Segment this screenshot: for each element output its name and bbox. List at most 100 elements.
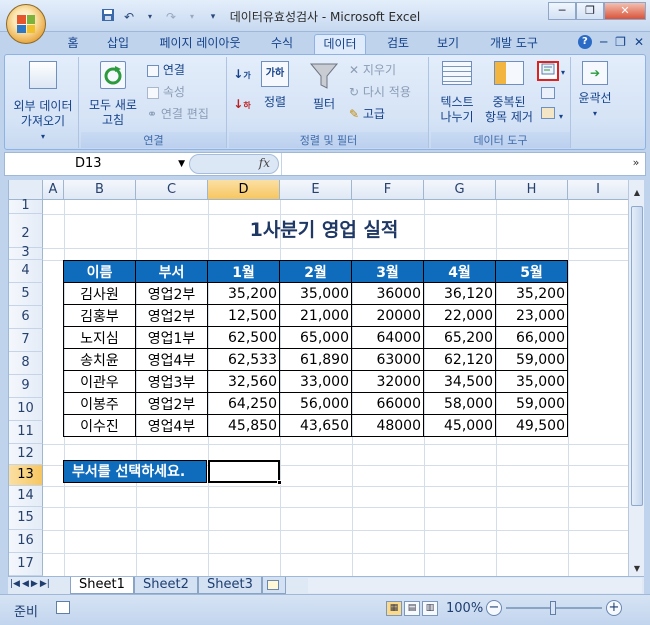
formula-input[interactable] <box>281 153 627 175</box>
next-sheet-icon[interactable]: ▶ <box>31 579 38 589</box>
cell-department[interactable]: 영업3부 <box>135 370 208 393</box>
get-external-data-button[interactable]: 외부 데이터 가져오기 ▾ <box>11 61 75 144</box>
sheet-tab-sheet3[interactable]: Sheet3 <box>198 577 262 594</box>
zoom-in-icon[interactable]: + <box>606 600 622 616</box>
column-header-b[interactable]: B <box>64 180 136 200</box>
row-header-9[interactable]: 9 <box>9 375 43 398</box>
cell-department[interactable]: 영업4부 <box>135 348 208 371</box>
insert-function-icon[interactable]: fx <box>259 156 270 170</box>
tab-data[interactable]: 데이터 <box>314 34 366 54</box>
cell-value[interactable]: 32,560 <box>207 370 280 393</box>
first-sheet-icon[interactable]: |◀ <box>10 579 20 589</box>
normal-view-icon[interactable]: ▦ <box>386 601 402 616</box>
vertical-scroll-thumb[interactable] <box>631 206 643 506</box>
column-header-h[interactable]: H <box>496 180 568 200</box>
row-header-7[interactable]: 7 <box>9 329 43 352</box>
row-header-11[interactable]: 11 <box>9 421 43 444</box>
select-all-corner[interactable] <box>9 180 43 200</box>
data-validation-dropdown-icon[interactable]: ▾ <box>561 65 565 80</box>
tab-page-layout[interactable]: 페이지 레이아웃 <box>150 34 250 54</box>
last-sheet-icon[interactable]: ▶| <box>40 579 50 589</box>
edit-links-button[interactable]: ⚭ 연결 편집 <box>147 107 209 122</box>
cell-value[interactable]: 35,200 <box>207 282 280 305</box>
cell-value[interactable]: 36000 <box>351 282 424 305</box>
office-button[interactable] <box>6 4 46 44</box>
column-header-a[interactable]: A <box>43 180 64 200</box>
worksheet-grid[interactable]: A B C D E F G H I 1 2 3 4 5 6 7 8 9 10 1… <box>8 180 628 576</box>
tab-view[interactable]: 보기 <box>430 34 466 54</box>
refresh-all-button[interactable]: 모두 새로 고침 <box>85 61 141 128</box>
row-header-6[interactable]: 6 <box>9 306 43 329</box>
page-layout-view-icon[interactable]: ▤ <box>404 601 420 616</box>
sheet-tab-sheet1[interactable]: Sheet1 <box>70 577 134 594</box>
cell-value[interactable]: 66000 <box>351 392 424 415</box>
header-department[interactable]: 부서 <box>135 260 208 283</box>
cell-value[interactable]: 58,000 <box>423 392 496 415</box>
cell-department[interactable]: 영업4부 <box>135 414 208 437</box>
scroll-up-icon[interactable]: ▲ <box>630 186 644 200</box>
cell-name[interactable]: 노지심 <box>63 326 136 349</box>
cell-value[interactable]: 23,000 <box>495 304 568 327</box>
tab-review[interactable]: 검토 <box>380 34 416 54</box>
header-mar[interactable]: 3월 <box>351 260 424 283</box>
scroll-down-icon[interactable]: ▼ <box>630 562 644 576</box>
what-if-dropdown-icon[interactable]: ▾ <box>559 109 563 124</box>
ribbon-close-icon[interactable]: ✕ <box>634 35 644 49</box>
restore-icon[interactable]: ❐ <box>576 2 604 20</box>
row-header-2[interactable]: 2 <box>9 214 43 248</box>
minimize-icon[interactable]: ─ <box>548 2 576 20</box>
help-icon[interactable]: ? <box>577 35 592 49</box>
cell-value[interactable]: 61,890 <box>279 348 352 371</box>
horizontal-scrollbar[interactable] <box>308 578 642 593</box>
select-department-prompt[interactable]: 부서를 선택하세요. <box>63 460 207 483</box>
row-header-1[interactable]: 1 <box>9 199 43 214</box>
cell-department[interactable]: 영업1부 <box>135 326 208 349</box>
cell-value[interactable]: 64,250 <box>207 392 280 415</box>
tab-home[interactable]: 홈 <box>60 34 86 54</box>
row-header-16[interactable]: 16 <box>9 530 43 553</box>
header-jan[interactable]: 1월 <box>207 260 280 283</box>
cell-value[interactable]: 62,500 <box>207 326 280 349</box>
cell-name[interactable]: 송치윤 <box>63 348 136 371</box>
cell-value[interactable]: 33,000 <box>279 370 352 393</box>
properties-button[interactable]: 속성 <box>147 85 185 100</box>
header-feb[interactable]: 2월 <box>279 260 352 283</box>
cell-value[interactable]: 62,120 <box>423 348 496 371</box>
cell-value[interactable]: 45,850 <box>207 414 280 437</box>
cell-value[interactable]: 35,000 <box>279 282 352 305</box>
cell-value[interactable]: 59,000 <box>495 392 568 415</box>
outline-button[interactable]: ➔ 윤곽선 ▾ <box>575 61 615 121</box>
cell-value[interactable]: 63000 <box>351 348 424 371</box>
row-header-4[interactable]: 4 <box>9 260 43 283</box>
data-validation-icon[interactable] <box>537 61 559 81</box>
what-if-analysis-icon[interactable] <box>539 107 557 123</box>
name-box[interactable]: D13 ▼ <box>9 155 187 173</box>
zoom-slider-thumb[interactable] <box>550 601 556 615</box>
row-header-3[interactable]: 3 <box>9 246 43 260</box>
cell-value[interactable]: 65,200 <box>423 326 496 349</box>
filter-button[interactable]: 필터 <box>305 61 343 112</box>
row-header-12[interactable]: 12 <box>9 444 43 465</box>
vertical-scrollbar[interactable]: ▲ ▼ <box>628 180 644 576</box>
reapply-button[interactable]: ↻ 다시 적용 <box>349 85 411 100</box>
cell-department[interactable]: 영업2부 <box>135 392 208 415</box>
clear-button[interactable]: ✕ 지우기 <box>349 63 396 78</box>
active-cell-d13[interactable] <box>208 460 282 485</box>
insert-sheet-icon[interactable] <box>262 577 286 594</box>
cell-value[interactable]: 48000 <box>351 414 424 437</box>
column-header-d[interactable]: D <box>208 180 280 200</box>
column-header-e[interactable]: E <box>280 180 352 200</box>
cell-name[interactable]: 이관우 <box>63 370 136 393</box>
sort-ascending-icon[interactable]: ↓가 <box>233 67 251 83</box>
zoom-out-icon[interactable]: − <box>486 600 502 616</box>
cell-value[interactable]: 21,000 <box>279 304 352 327</box>
cell-name[interactable]: 이수진 <box>63 414 136 437</box>
ribbon-restore-icon[interactable]: ❐ <box>615 35 626 49</box>
advanced-button[interactable]: ✎ 고급 <box>349 107 385 122</box>
text-to-columns-button[interactable]: 텍스트 나누기 <box>435 61 479 125</box>
row-header-14[interactable]: 14 <box>9 486 43 507</box>
page-break-view-icon[interactable]: ▥ <box>422 601 438 616</box>
name-box-dropdown-icon[interactable]: ▼ <box>178 155 185 173</box>
cell-value[interactable]: 59,000 <box>495 348 568 371</box>
ribbon-minimize-icon[interactable]: ─ <box>600 35 607 49</box>
